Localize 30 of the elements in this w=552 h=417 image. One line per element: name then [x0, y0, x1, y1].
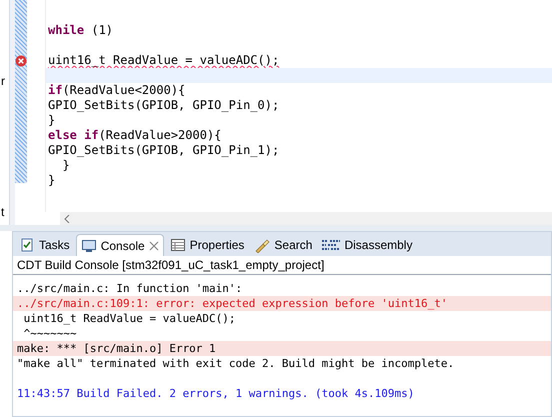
code-line: uint16_t ReadValue = valueADC();	[48, 53, 280, 68]
console-title: CDT Build Console [stm32f091_uC_task1_empty_project]	[13, 256, 551, 275]
code-line: while (1)	[48, 23, 114, 38]
console-line: uint16_t ReadValue = valueADC();	[22, 311, 237, 326]
view-tab[interactable]: Disassembly	[318, 234, 416, 256]
view-tab[interactable]: Search	[250, 234, 316, 256]
close-icon[interactable]	[148, 240, 159, 250]
code-line: }	[48, 113, 56, 128]
flashlight-icon	[254, 237, 270, 253]
view-tab[interactable]: Properties	[166, 234, 248, 256]
console-line: "make all" terminated with exit code 2. Build might be incomplete.	[16, 356, 456, 371]
code-line: GPIO_SetBits(GPIOB, GPIO_Pin_1);	[48, 143, 280, 158]
console-line: 11:43:57 Build Failed. 2 errors, 1 warnings. (took 4s.109ms)	[16, 386, 416, 401]
console-line: ../src/main.c: In function 'main':	[16, 281, 244, 296]
view-tab[interactable]: Tasks	[15, 234, 74, 256]
table-icon	[170, 237, 186, 253]
view-tab[interactable]: Console	[76, 234, 164, 256]
code-line: if(ReadValue<2000){	[48, 83, 186, 98]
code-lines-icon	[322, 239, 340, 251]
clipboard-check-icon	[19, 237, 35, 253]
horizontal-scrollbar[interactable]	[60, 212, 552, 225]
side-panel-text: r	[0, 74, 5, 88]
monitor-icon	[80, 238, 97, 254]
side-panel-text: t	[0, 205, 4, 219]
code-line: }	[61, 158, 70, 173]
console-line: ^~~~~~~~	[22, 326, 78, 341]
code-line: }	[48, 173, 56, 188]
code-line: else if(ReadValue>2000){	[48, 128, 222, 143]
code-line: GPIO_SetBits(GPIOB, GPIO_Pin_0);	[48, 98, 280, 113]
error-icon	[15, 54, 27, 66]
